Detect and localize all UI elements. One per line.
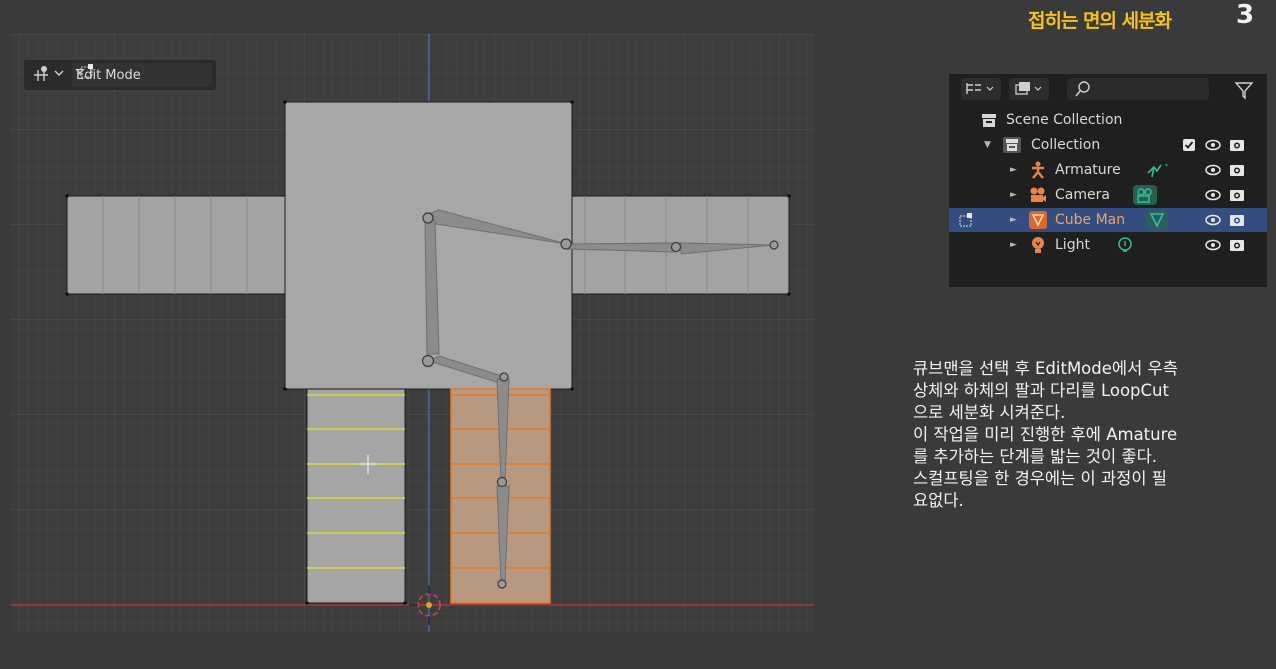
filter-view-button[interactable] <box>1009 78 1049 100</box>
description-line: 상체와 하체의 팔과 다리를 LoopCut <box>913 381 1169 400</box>
edit-mode-icon[interactable] <box>957 211 975 229</box>
display-mode-button[interactable] <box>961 78 1001 100</box>
viewport-header: Edit Mode <box>24 60 216 90</box>
eye-icon[interactable] <box>1205 138 1221 152</box>
outliner-row-label: Light <box>1055 237 1090 253</box>
view-layer-icon <box>1015 82 1042 95</box>
outliner-row-light[interactable]: ► Light <box>949 233 1267 257</box>
mesh-data-icon <box>1146 210 1168 230</box>
expand-triangle-icon[interactable]: ► <box>1010 240 1017 250</box>
collapse-triangle-icon[interactable]: ▼ <box>984 140 991 150</box>
outliner-row-label: Scene Collection <box>1006 112 1123 128</box>
render-camera-icon[interactable] <box>1229 238 1245 252</box>
light-data-icon <box>1118 237 1132 252</box>
outliner-toolbar <box>949 74 1267 108</box>
description-line: 이 작업을 미리 진행한 후에 Amature <box>913 425 1178 444</box>
description-line: 으로 세분화 시켜준다. <box>913 403 1066 422</box>
chevron-down-icon <box>75 68 85 74</box>
page-title: 접히는 면의 세분화 <box>1028 10 1172 32</box>
description-text: 큐브맨을 선택 후 EditMode에서 우측 상체와 하체의 팔과 다리를 L… <box>913 358 1253 512</box>
description-line: 큐브맨을 선택 후 EditMode에서 우측 <box>913 359 1178 378</box>
armature-data-icon <box>1147 163 1168 178</box>
outliner-row-armature[interactable]: ► Armature <box>949 158 1267 182</box>
left-leg-mesh[interactable] <box>306 388 406 604</box>
outliner-row-scene-collection[interactable]: Scene Collection <box>949 108 1267 132</box>
armature-icon <box>1032 161 1044 179</box>
expand-triangle-icon[interactable]: ► <box>1010 190 1017 200</box>
viewport-canvas[interactable] <box>11 34 814 632</box>
light-icon <box>1032 237 1044 253</box>
eye-icon[interactable] <box>1205 213 1221 227</box>
transform-pivot-button[interactable] <box>30 63 66 87</box>
outliner-panel: Scene Collection ▼ Collection ► Armature <box>949 74 1267 287</box>
outliner-row-label: Armature <box>1055 162 1121 178</box>
transform-pivot-icon <box>34 66 64 81</box>
outliner-display-icon <box>966 83 994 94</box>
eye-icon[interactable] <box>1205 163 1221 177</box>
mode-selector[interactable]: Edit Mode <box>72 63 212 87</box>
collection-icon <box>1003 137 1021 153</box>
outliner-row-cube-man[interactable]: ► Cube Man <box>949 208 1267 232</box>
left-arm-mesh[interactable] <box>66 195 287 295</box>
outliner-row-label: Camera <box>1055 187 1110 203</box>
render-camera-icon[interactable] <box>1229 138 1245 152</box>
description-line: 요없다. <box>913 491 964 510</box>
3d-viewport[interactable]: Edit Mode <box>11 34 814 632</box>
outliner-search-input[interactable] <box>1067 78 1209 100</box>
outliner-row-label: Cube Man <box>1055 212 1126 228</box>
eye-icon[interactable] <box>1205 238 1221 252</box>
description-line: 를 추가하는 단계를 밟는 것이 좋다. <box>913 447 1157 466</box>
outliner-row-label: Collection <box>1031 137 1101 153</box>
outliner-row-camera[interactable]: ► Camera <box>949 183 1267 207</box>
render-camera-icon[interactable] <box>1229 163 1245 177</box>
render-camera-icon[interactable] <box>1229 188 1245 202</box>
page-number: 3 <box>1236 0 1255 30</box>
camera-data-icon <box>1133 185 1157 205</box>
scene-collection-icon <box>982 114 996 127</box>
filter-icon[interactable] <box>1233 79 1255 101</box>
checkbox-checked-icon[interactable] <box>1182 138 1196 152</box>
camera-icon <box>1030 187 1046 202</box>
mesh-icon <box>1029 211 1047 229</box>
outliner-row-collection[interactable]: ▼ Collection <box>949 133 1267 157</box>
expand-triangle-icon[interactable]: ► <box>1010 165 1017 175</box>
search-icon <box>1075 81 1090 97</box>
render-camera-icon[interactable] <box>1229 213 1245 227</box>
eye-icon[interactable] <box>1205 188 1221 202</box>
expand-triangle-icon[interactable]: ► <box>1010 215 1017 225</box>
description-line: 스컬프팅을 한 경우에는 이 과정이 필 <box>913 469 1167 488</box>
